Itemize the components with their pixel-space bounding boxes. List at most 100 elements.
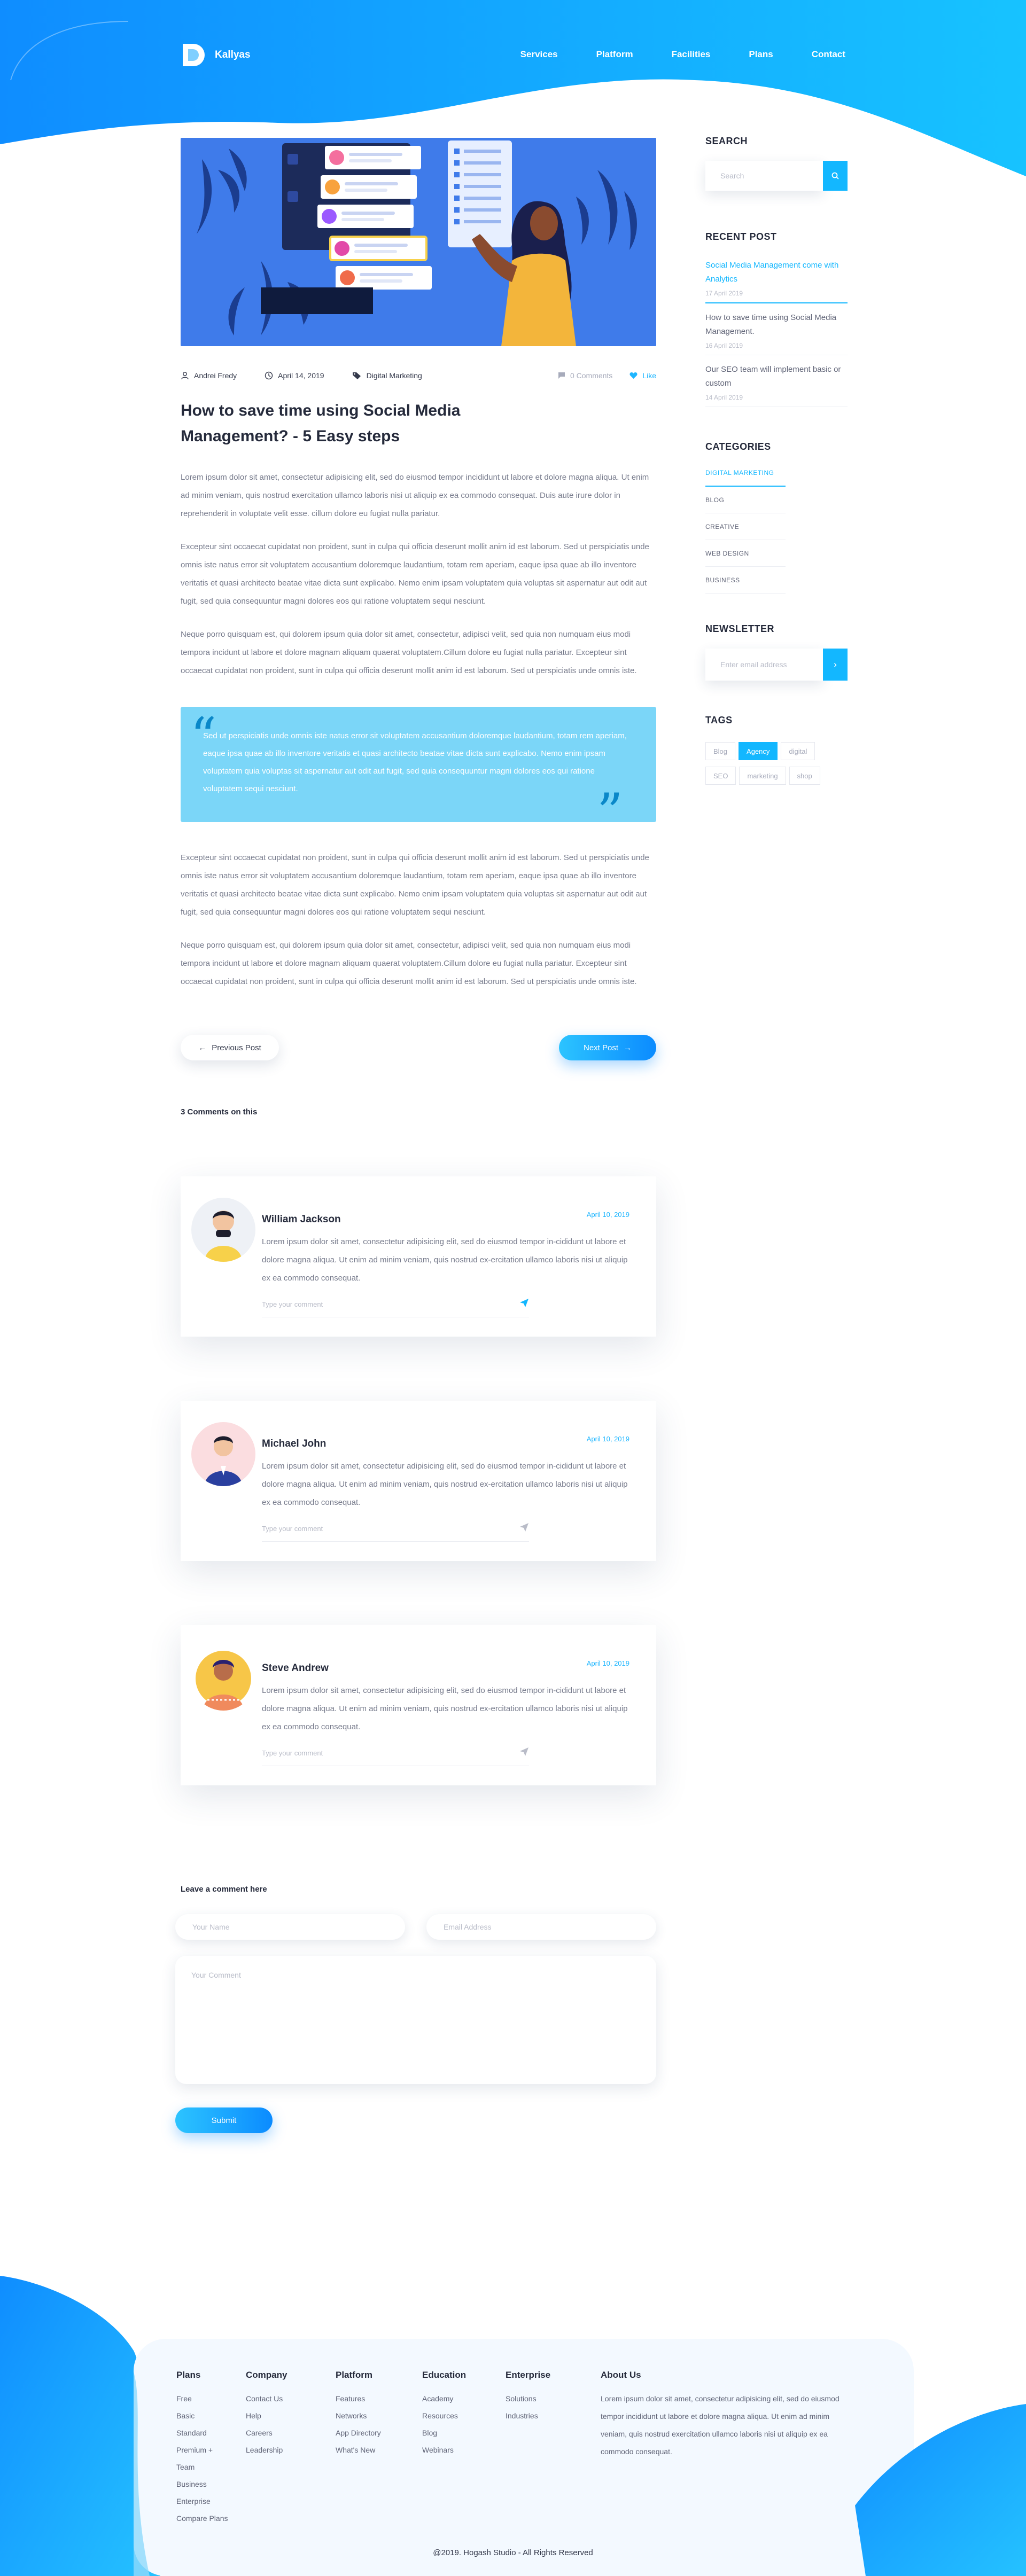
footer-link[interactable]: Compare Plans <box>176 2510 228 2527</box>
footer-link[interactable]: Solutions <box>506 2390 550 2407</box>
recent-post-date: 14 April 2019 <box>705 394 743 401</box>
nav-plans[interactable]: Plans <box>749 49 773 60</box>
tag-item[interactable]: shop <box>789 767 820 785</box>
comment-reply-input[interactable]: Type your comment <box>262 1296 529 1317</box>
category-item[interactable]: WEB DESIGN <box>705 540 786 567</box>
tag-cloud: Blog Agency digital SEO marketing shop <box>705 742 844 785</box>
category-item[interactable]: BUSINESS <box>705 567 786 594</box>
post-category[interactable]: Digital Marketing <box>352 371 422 380</box>
recent-post-title-text: Social Media Management come with Analyt… <box>705 261 839 284</box>
nav-services[interactable]: Services <box>520 49 558 60</box>
recent-post-date: 16 April 2019 <box>705 342 743 349</box>
comments-list: William Jackson April 10, 2019 Lorem ips… <box>181 1176 656 1785</box>
footer-link[interactable]: Team <box>176 2458 228 2476</box>
footer-link[interactable]: Free <box>176 2390 228 2407</box>
post-paragraph: Excepteur sint occaecat cupidatat non pr… <box>181 853 649 917</box>
brand-logo[interactable]: Kallyas <box>181 42 251 68</box>
tag-item[interactable]: digital <box>781 742 815 760</box>
comment-text: Lorem ipsum dolor sit amet, consectetur … <box>262 1237 628 1283</box>
footer-link[interactable]: Networks <box>336 2407 381 2424</box>
footer-link[interactable]: Business <box>176 2476 228 2493</box>
post-featured-illustration <box>181 138 656 346</box>
comments-heading: 3 Comments on this <box>181 1107 258 1117</box>
footer-link[interactable]: Features <box>336 2390 381 2407</box>
quote-close-icon: ” <box>596 783 623 842</box>
footer-link[interactable]: Standard <box>176 2424 228 2441</box>
search-title: SEARCH <box>705 136 748 146</box>
category-item[interactable]: CREATIVE <box>705 513 786 540</box>
tag-item[interactable]: SEO <box>705 767 736 785</box>
next-post-label: Next Post <box>583 1043 619 1052</box>
footer-column-plans: Plans Free Basic Standard Premium + Team… <box>176 2370 228 2527</box>
send-icon[interactable] <box>519 1298 529 1308</box>
tag-item[interactable]: Blog <box>705 742 736 760</box>
comments-count[interactable]: 0 Comments <box>558 371 612 380</box>
recent-post-item[interactable]: Social Media Management come with Analyt… <box>705 251 848 303</box>
tag-item[interactable]: Agency <box>739 742 778 760</box>
footer-column-platform: Platform Features Networks App Directory… <box>336 2370 381 2458</box>
send-icon[interactable] <box>519 1747 529 1757</box>
recent-post-item[interactable]: Our SEO team will implement basic or cus… <box>705 355 848 407</box>
previous-post-button[interactable]: ← Previous Post <box>181 1035 279 1060</box>
name-input[interactable]: Your Name <box>175 1914 405 1940</box>
nav-platform[interactable]: Platform <box>596 49 633 60</box>
recent-post-item[interactable]: How to save time using Social Media Mana… <box>705 303 848 355</box>
leave-comment-heading: Leave a comment here <box>181 1885 267 1894</box>
nav-facilities[interactable]: Facilities <box>672 49 711 60</box>
main-nav: Services Platform Facilities Plans Conta… <box>520 49 845 60</box>
category-item[interactable]: DIGITAL MARKETING <box>705 460 786 487</box>
footer-link[interactable]: Basic <box>176 2407 228 2424</box>
footer-link[interactable]: Help <box>246 2407 287 2424</box>
email-input[interactable]: Email Address <box>426 1914 656 1940</box>
category-item[interactable]: BLOG <box>705 487 786 513</box>
submit-button[interactable]: Submit <box>175 2107 273 2133</box>
comment-author: Steve Andrew <box>262 1662 329 1674</box>
avatar <box>191 1422 255 1486</box>
footer-link[interactable]: Contact Us <box>246 2390 287 2407</box>
footer-link[interactable]: Resources <box>422 2407 466 2424</box>
comment-icon <box>558 372 565 379</box>
footer-link[interactable]: Webinars <box>422 2441 466 2458</box>
footer-column-title: Company <box>246 2370 287 2380</box>
footer-link[interactable]: Premium + <box>176 2441 228 2458</box>
post-author-name: Andrei Fredy <box>194 371 237 380</box>
post-navigation: ← Previous Post Next Post → <box>181 1035 656 1060</box>
comment-reply-input[interactable]: Type your comment <box>262 1520 529 1542</box>
footer-link[interactable]: App Directory <box>336 2424 381 2441</box>
quote-open-icon: “ <box>190 707 217 767</box>
footer-about-text: Lorem ipsum dolor sit amet, consectetur … <box>601 2394 840 2456</box>
footer-column-title: Education <box>422 2370 467 2380</box>
like-button[interactable]: Like <box>629 371 656 380</box>
tag-item[interactable]: marketing <box>739 767 786 785</box>
footer-link[interactable]: What's New <box>336 2441 381 2458</box>
comment-author: William Jackson <box>262 1214 341 1225</box>
footer-column-education: Education Academy Resources Blog Webinar… <box>422 2370 466 2458</box>
post-paragraph: Lorem ipsum dolor sit amet, consectetur … <box>181 473 649 518</box>
footer-about: About Us Lorem ipsum dolor sit amet, con… <box>601 2370 841 2461</box>
reply-placeholder: Type your comment <box>262 1300 323 1308</box>
footer-link[interactable]: Leadership <box>246 2441 287 2458</box>
newsletter-submit-button[interactable]: › <box>823 649 848 681</box>
post-blockquote: “ Sed ut perspiciatis unde omnis iste na… <box>181 707 656 838</box>
recent-post-list: Social Media Management come with Analyt… <box>705 251 848 407</box>
next-post-button[interactable]: Next Post → <box>559 1035 656 1060</box>
newsletter-widget: Enter email address › <box>705 649 848 681</box>
newsletter-email-input[interactable]: Enter email address <box>705 649 823 681</box>
footer-link[interactable]: Careers <box>246 2424 287 2441</box>
user-icon <box>181 372 189 380</box>
footer-link[interactable]: Academy <box>422 2390 466 2407</box>
comment-textarea[interactable]: Your Comment <box>175 1956 656 2084</box>
comment-text: Lorem ipsum dolor sit amet, consectetur … <box>262 1462 628 1507</box>
categories-title: CATEGORIES <box>705 441 771 452</box>
footer-link[interactable]: Enterprise <box>176 2493 228 2510</box>
send-icon[interactable] <box>519 1523 529 1532</box>
search-button[interactable] <box>823 161 848 191</box>
search-input[interactable]: Search <box>705 161 823 191</box>
post-author[interactable]: Andrei Fredy <box>181 371 237 380</box>
footer-link[interactable]: Blog <box>422 2424 466 2441</box>
post-category-text: Digital Marketing <box>366 371 422 380</box>
nav-contact[interactable]: Contact <box>812 49 845 60</box>
footer-link[interactable]: Industries <box>506 2407 550 2424</box>
comment-reply-input[interactable]: Type your comment <box>262 1745 529 1766</box>
post-title: How to save time using Social Media Mana… <box>181 402 461 445</box>
